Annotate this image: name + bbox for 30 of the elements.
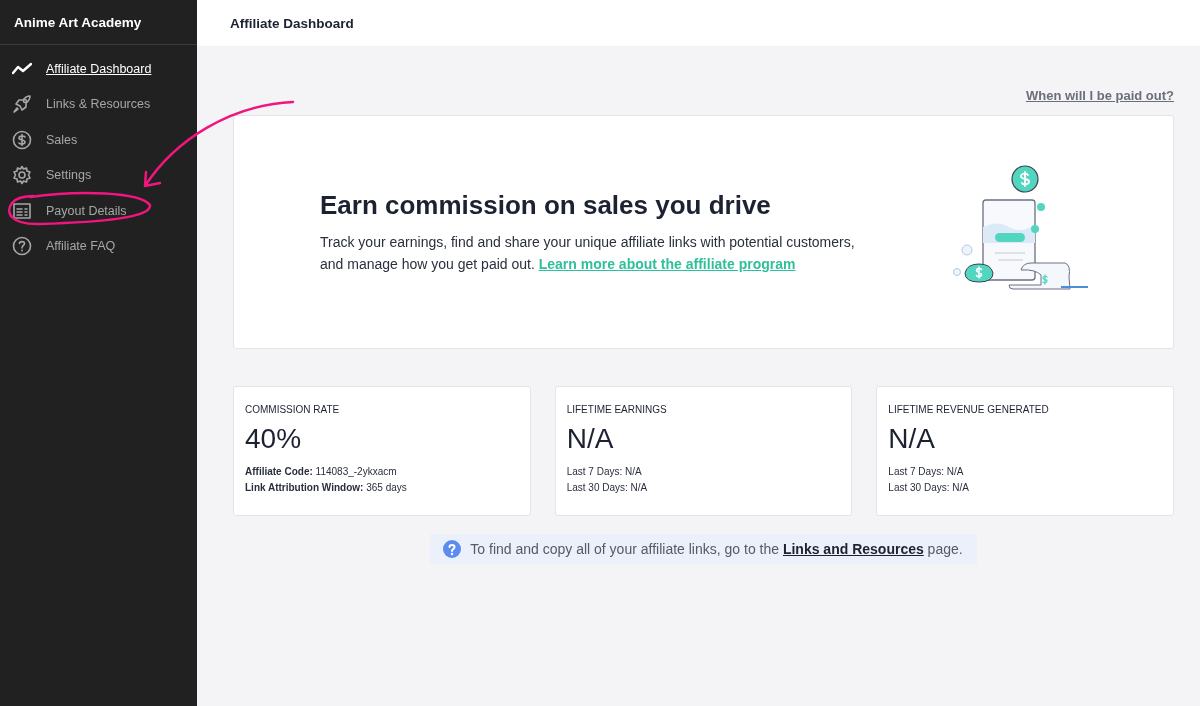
stat-label: LIFETIME EARNINGS bbox=[566, 404, 668, 415]
page-title: Affiliate Dashboard bbox=[230, 15, 354, 31]
stat-detail: Link Attribution Window: 365 days bbox=[245, 481, 408, 495]
payout-link[interactable]: When will I be paid out? bbox=[1025, 88, 1174, 103]
rocket-icon bbox=[12, 94, 32, 115]
settings-icon bbox=[12, 165, 32, 186]
stat-value: N/A bbox=[566, 423, 615, 455]
stat-label: LIFETIME REVENUE GENERATED bbox=[888, 404, 1050, 415]
sidebar-item[interactable]: Settings bbox=[0, 157, 197, 193]
stat-value: 40% bbox=[245, 423, 303, 455]
dollar-circle-icon bbox=[12, 129, 32, 150]
info-text: To find and copy all of your affiliate links, go to the Links and Resources page. bbox=[470, 541, 963, 557]
sidebar-item[interactable]: Sales bbox=[0, 122, 197, 158]
stat-label: COMMISSION RATE bbox=[245, 404, 341, 415]
stat-detail: Affiliate Code: 114083_-2ykxacm bbox=[245, 465, 398, 479]
help-icon bbox=[443, 540, 462, 558]
stat-detail: Last 30 Days: N/A bbox=[566, 481, 649, 495]
hero-text: Track your earnings, find and share your unique affiliate links with potential customers, and manage how you get paid out. Learn more about the affiliate program bbox=[320, 232, 856, 274]
sidebar-item[interactable]: Links & Resources bbox=[0, 86, 197, 122]
stat-detail: Last 7 Days: N/A bbox=[566, 465, 643, 479]
stat-detail: Last 30 Days: N/A bbox=[888, 481, 970, 495]
hero-heading: Earn commission on sales you drive bbox=[320, 189, 772, 221]
help-icon bbox=[12, 236, 32, 257]
receipt-icon bbox=[12, 200, 32, 221]
sidebar-item[interactable]: Affiliate Dashboard bbox=[0, 51, 197, 87]
sidebar-item[interactable]: Affiliate FAQ bbox=[0, 228, 197, 264]
stat-value: N/A bbox=[888, 423, 936, 455]
sidebar-item[interactable]: Payout Details bbox=[0, 193, 197, 229]
stat-detail: Last 7 Days: N/A bbox=[888, 465, 965, 479]
links-resources-link[interactable]: Links and Resources bbox=[782, 541, 924, 557]
